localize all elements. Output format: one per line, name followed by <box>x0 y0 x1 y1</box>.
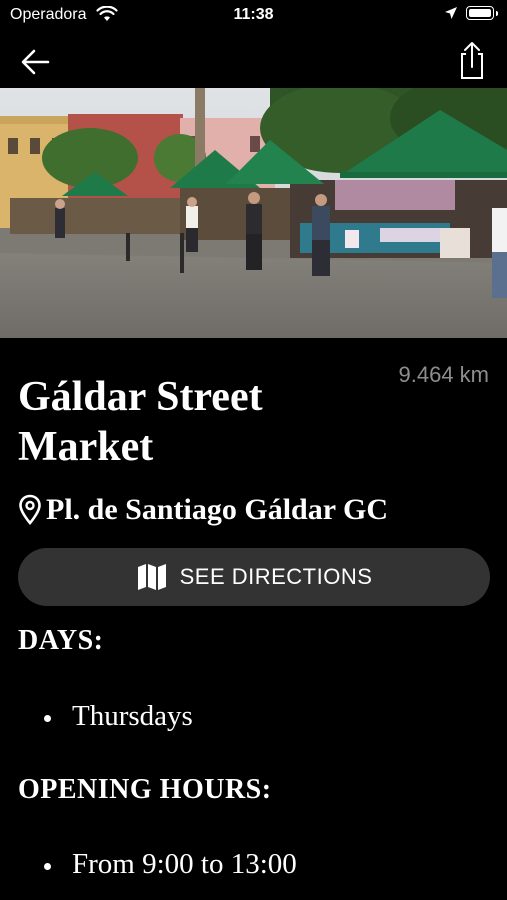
list-item: From 9:00 to 13:00 <box>44 848 297 881</box>
battery-icon <box>466 6 498 20</box>
days-heading: DAYS: <box>18 625 104 656</box>
opening-hours-heading: OPENING HOURS: <box>18 774 272 805</box>
share-button[interactable] <box>452 38 492 82</box>
days-list: Thursdays <box>44 700 193 733</box>
navigation-bar <box>0 36 507 84</box>
map-pin-icon <box>19 494 41 525</box>
share-icon <box>461 42 483 79</box>
address-text: Pl. de Santiago Gáldar GC <box>46 493 388 526</box>
location-arrow-icon <box>444 6 458 25</box>
opening-hours-list: From 9:00 to 13:00 <box>44 848 297 881</box>
status-bar: Operadora 11:38 <box>0 0 507 30</box>
arrow-left-icon <box>21 49 50 75</box>
back-button[interactable] <box>18 42 58 82</box>
see-directions-label: SEE DIRECTIONS <box>179 564 373 589</box>
clock: 11:38 <box>233 6 274 23</box>
see-directions-button[interactable]: SEE DIRECTIONS <box>18 548 490 606</box>
page-title: Gáldar Street Market <box>18 374 263 470</box>
map-icon <box>137 564 166 590</box>
list-item: Thursdays <box>44 700 193 733</box>
address: Pl. de Santiago Gáldar GC <box>18 490 388 530</box>
market-photo <box>0 88 507 338</box>
distance-label: 9.464 km <box>398 362 490 387</box>
